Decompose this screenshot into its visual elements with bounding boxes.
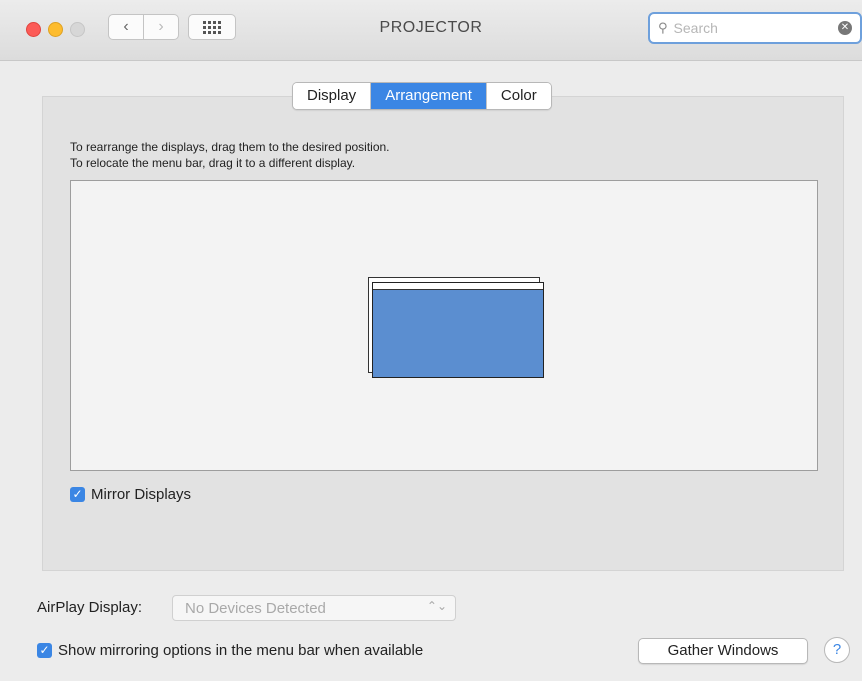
- arrangement-area: [70, 180, 818, 471]
- airplay-popup[interactable]: No Devices Detected ⌃⌄: [172, 595, 456, 621]
- tab-bar: Display Arrangement Color: [292, 82, 552, 110]
- updown-arrows-icon: ⌃⌄: [426, 599, 447, 613]
- tab-color[interactable]: Color: [486, 83, 551, 109]
- show-mirroring-checkbox[interactable]: ✓: [37, 643, 52, 658]
- title-bar: ‹ › PROJECTOR ⚲ ✕: [0, 0, 862, 61]
- search-input[interactable]: [671, 19, 826, 37]
- instruction-line-1: To rearrange the displays, drag them to …: [70, 140, 390, 154]
- instruction-line-2: To relocate the menu bar, drag it to a d…: [70, 156, 356, 170]
- primary-display[interactable]: [372, 282, 544, 378]
- airplay-value: No Devices Detected: [185, 600, 326, 617]
- search-field[interactable]: ⚲ ✕: [648, 12, 862, 44]
- mirror-displays-label: Mirror Displays: [91, 486, 192, 503]
- tab-arrangement[interactable]: Arrangement: [371, 83, 487, 109]
- show-mirroring-row[interactable]: ✓ Show mirroring options in the menu bar…: [37, 642, 423, 659]
- mirror-displays-checkbox[interactable]: ✓: [70, 487, 85, 502]
- gather-windows-button[interactable]: Gather Windows: [638, 638, 808, 664]
- question-icon: ?: [832, 641, 842, 658]
- instructions: To rearrange the displays, drag them to …: [70, 139, 390, 171]
- airplay-label: AirPlay Display:: [37, 599, 143, 616]
- tab-display[interactable]: Display: [293, 83, 372, 109]
- clear-icon[interactable]: ✕: [838, 21, 852, 35]
- magnifier-icon: ⚲: [658, 20, 668, 35]
- mirror-displays-row[interactable]: ✓ Mirror Displays: [70, 486, 191, 503]
- help-button[interactable]: ?: [824, 637, 850, 663]
- menu-bar-handle[interactable]: [373, 283, 543, 290]
- show-mirroring-label: Show mirroring options in the menu bar w…: [58, 642, 424, 659]
